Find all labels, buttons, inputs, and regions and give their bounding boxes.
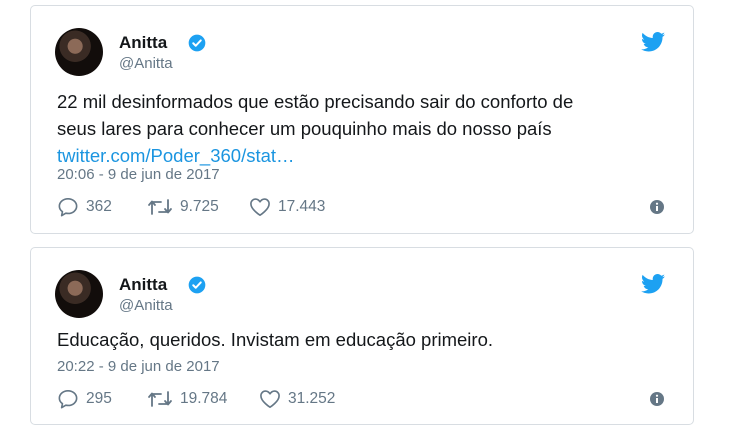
twitter-bird-icon[interactable] xyxy=(641,32,665,52)
reply-count: 362 xyxy=(86,198,112,215)
tweet-timestamp[interactable]: 20:06 - 9 de jun de 2017 xyxy=(57,166,220,183)
avatar[interactable] xyxy=(55,270,103,318)
heart-icon xyxy=(250,198,270,216)
reply-button[interactable]: 295 xyxy=(57,388,112,410)
reply-icon xyxy=(58,198,78,217)
info-icon[interactable] xyxy=(649,391,665,407)
author-handle[interactable]: @Anitta xyxy=(119,297,173,314)
verified-badge-icon xyxy=(188,276,206,294)
verified-badge-icon xyxy=(188,34,206,52)
retweet-icon xyxy=(148,391,172,407)
tweet-text-line: 22 mil desinformados que estão precisand… xyxy=(57,91,574,112)
tweet-actions: 295 19.784 31.252 xyxy=(57,388,665,410)
tweet-text-line: seus lares para conhecer um pouquinho ma… xyxy=(57,118,552,139)
author-name[interactable]: Anitta xyxy=(119,275,167,295)
tweet-text-line: Educação, queridos. Invistam em educação… xyxy=(57,329,493,350)
retweet-button[interactable]: 9.725 xyxy=(147,196,219,218)
tweet-card[interactable]: Anitta @Anitta Educação, queridos. Invis… xyxy=(30,247,694,425)
tweet-link[interactable]: twitter.com/Poder_360/stat… xyxy=(57,142,673,169)
reply-icon xyxy=(58,390,78,409)
retweet-count: 19.784 xyxy=(180,390,228,407)
heart-icon xyxy=(260,390,280,408)
like-button[interactable]: 31.252 xyxy=(259,388,335,410)
twitter-bird-icon[interactable] xyxy=(641,274,665,294)
tweet-text: 22 mil desinformados que estão precisand… xyxy=(57,88,673,169)
tweet-timestamp[interactable]: 20:22 - 9 de jun de 2017 xyxy=(57,358,220,375)
author-handle[interactable]: @Anitta xyxy=(119,55,173,72)
tweet-actions: 362 9.725 17.443 xyxy=(57,196,665,218)
avatar[interactable] xyxy=(55,28,103,76)
tweet-card[interactable]: Anitta @Anitta 22 mil desinformados que … xyxy=(30,5,694,234)
like-button[interactable]: 17.443 xyxy=(249,196,325,218)
like-count: 17.443 xyxy=(278,198,326,215)
reply-count: 295 xyxy=(86,390,112,407)
author-name[interactable]: Anitta xyxy=(119,33,167,53)
retweet-icon xyxy=(148,199,172,215)
reply-button[interactable]: 362 xyxy=(57,196,112,218)
retweet-count: 9.725 xyxy=(180,198,219,215)
info-icon[interactable] xyxy=(649,199,665,215)
retweet-button[interactable]: 19.784 xyxy=(147,388,227,410)
like-count: 31.252 xyxy=(288,390,336,407)
tweet-text: Educação, queridos. Invistam em educação… xyxy=(57,326,673,353)
